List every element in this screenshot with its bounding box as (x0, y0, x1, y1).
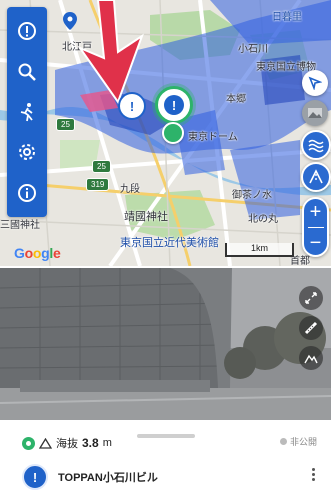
walk-icon (20, 102, 33, 122)
layer-toggle-button[interactable] (301, 130, 331, 160)
spot-marker[interactable]: ! (118, 92, 146, 120)
map-label-shrine-left: 三國神社 (0, 220, 40, 231)
navigation-arrow-icon (308, 76, 322, 90)
google-logo: Google (14, 245, 61, 261)
bottom-sheet: 海抜 3.8 m 非公開 ! TOPPAN小石川ビル (0, 420, 331, 490)
altitude-label: 海抜 (56, 438, 78, 450)
ruler-icon (304, 321, 318, 335)
terrain-button[interactable] (299, 346, 323, 370)
place-row[interactable]: ! TOPPAN小石川ビル (22, 464, 158, 490)
visibility-status: 非公開 (279, 435, 317, 448)
search-button[interactable] (13, 58, 41, 86)
zoom-control: + − (302, 197, 329, 257)
map-label-yasukuni: 靖國神社 (124, 211, 168, 223)
map-label-kitanomaru: 北の丸 (248, 214, 278, 225)
info-icon (18, 183, 36, 202)
alert-button[interactable] (13, 17, 41, 45)
zoom-divider (307, 226, 324, 228)
alert-icon (18, 22, 36, 41)
waves-icon (308, 139, 324, 153)
info-button[interactable] (13, 179, 41, 207)
map-label-ochanomizu: 御茶ノ水 (232, 190, 272, 201)
visibility-label: 非公開 (289, 437, 317, 447)
road-number-badge: 25 (56, 118, 75, 131)
side-toolbar (7, 7, 47, 217)
zoom-in-button[interactable]: + (310, 202, 322, 222)
alert-icon: ! (22, 464, 48, 490)
kebab-dot (312, 478, 315, 481)
compass-button[interactable] (302, 70, 328, 96)
annotation-arrow-icon (60, 0, 160, 115)
road-number-badge: 319 (86, 178, 110, 191)
altitude-row: 海抜 3.8 m (22, 435, 112, 451)
mountain-icon (304, 354, 318, 364)
building-photo (0, 268, 331, 420)
street-view-thumbnail[interactable] (302, 100, 328, 126)
alert-icon: ! (164, 95, 184, 115)
gear-icon (19, 144, 35, 161)
street-photo[interactable] (0, 268, 331, 420)
map-label-koishikawa: 小石川 (238, 44, 268, 55)
place-name: TOPPAN小石川ビル (58, 472, 158, 484)
road-icon (309, 169, 323, 184)
altitude-value: 3.8 (82, 436, 99, 450)
zoom-out-button[interactable]: − (310, 233, 322, 253)
search-icon (18, 63, 36, 81)
more-options-button[interactable] (312, 468, 315, 481)
current-location-icon[interactable] (162, 122, 184, 144)
status-dot-icon (279, 438, 287, 445)
measure-button[interactable] (299, 316, 323, 340)
altitude-unit: m (102, 437, 112, 449)
map-label-tokyo-national-museum: 東京国立博物 (256, 62, 316, 73)
map-scale-bar: 1km (225, 243, 294, 257)
expand-photo-button[interactable] (299, 286, 323, 310)
kebab-dot (312, 473, 315, 476)
map-label-tokyo-dome: 東京ドーム (188, 132, 238, 143)
sheet-drag-handle[interactable] (137, 434, 195, 438)
route-toggle-button[interactable] (301, 162, 331, 192)
map-label-hongo: 本郷 (226, 94, 246, 105)
map-view[interactable]: 北江戸 小石川 日暮里 東京国立博物 東京ドーム 御茶ノ水 靖國神社 北の丸 東… (0, 0, 331, 266)
map-label-nippori: 日暮里 (272, 12, 302, 23)
map-label-kudan: 九段 (120, 184, 140, 195)
spot-marker-selected[interactable]: ! (155, 86, 193, 124)
walk-button[interactable] (13, 98, 41, 126)
alert-icon: ! (129, 98, 135, 114)
mountain-icon (39, 437, 52, 449)
settings-button[interactable] (13, 138, 41, 166)
photo-icon (308, 108, 322, 118)
road-number-badge: 25 (92, 160, 111, 173)
expand-icon (305, 292, 317, 304)
kebab-dot (312, 468, 315, 471)
eye-icon (22, 436, 35, 450)
map-label-national-museum-modern-art: 東京国立近代美術館 (120, 237, 219, 249)
